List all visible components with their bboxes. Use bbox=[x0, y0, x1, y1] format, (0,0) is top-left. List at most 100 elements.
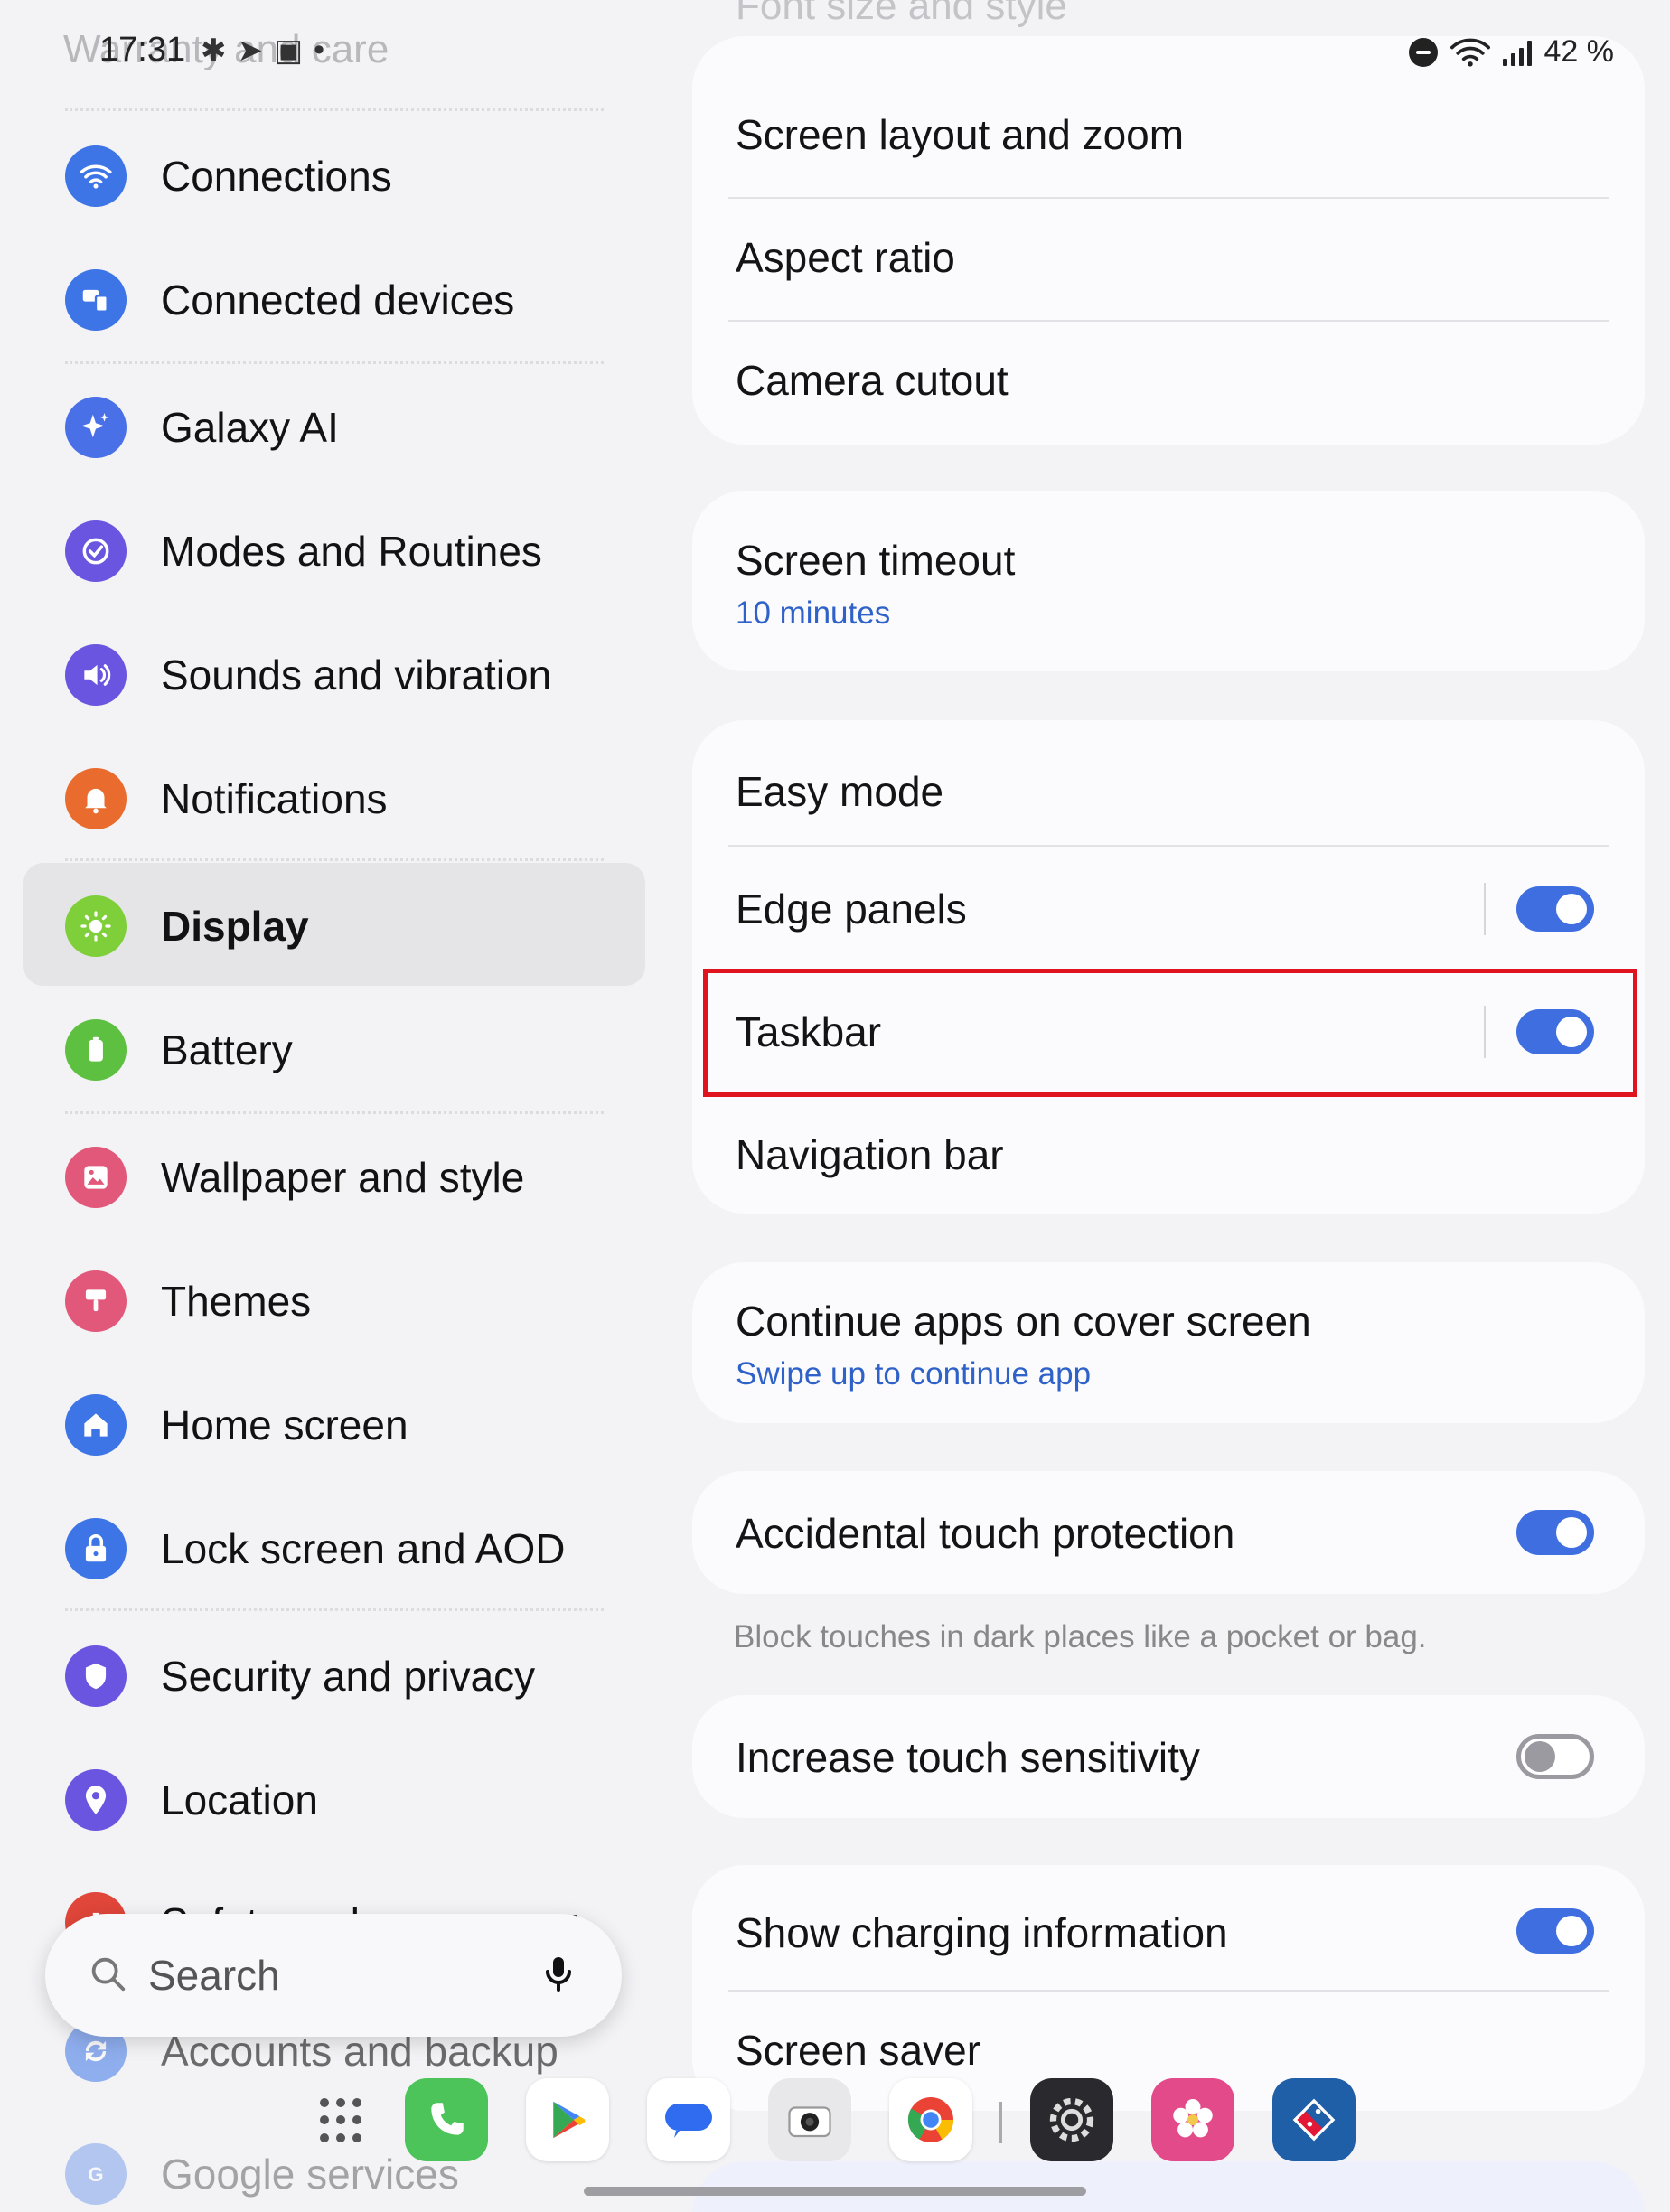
nav-item-label: Connected devices bbox=[161, 276, 515, 323]
screenshot-icon: ▣ bbox=[274, 33, 304, 68]
accidental-touch-card[interactable]: Accidental touch protection bbox=[692, 1471, 1645, 1594]
touch-sensitivity-label: Increase touch sensitivity bbox=[736, 1734, 1200, 1781]
navigation-bar-row[interactable]: Navigation bar bbox=[692, 1101, 1645, 1201]
speaker-icon bbox=[65, 644, 127, 706]
search-bar[interactable]: Search bbox=[45, 1914, 622, 2037]
wifi-status-icon bbox=[1450, 37, 1490, 68]
row-divider bbox=[728, 845, 1609, 847]
bell-icon bbox=[65, 768, 127, 830]
nav-divider bbox=[65, 1608, 604, 1611]
nav-item-connections[interactable]: Connections bbox=[65, 131, 625, 221]
charging-card: Show charging information Screen saver bbox=[692, 1865, 1645, 2111]
row-label: Screen saver bbox=[736, 2027, 981, 2074]
camera-cutout-row[interactable]: Camera cutout bbox=[692, 336, 1645, 426]
dock-separator bbox=[999, 2102, 1002, 2143]
row-label: Aspect ratio bbox=[736, 234, 955, 281]
slack-icon: ✱ bbox=[201, 33, 227, 68]
status-notification-icons: ✱ ➤ ▣ • bbox=[201, 33, 324, 69]
image-icon bbox=[65, 1147, 127, 1208]
home-gesture-bar[interactable] bbox=[584, 2187, 1086, 2196]
status-system-icons: 42 % bbox=[1408, 34, 1614, 70]
check-circle-icon bbox=[65, 520, 127, 582]
gallery-app-icon[interactable] bbox=[1151, 2078, 1234, 2161]
nav-item-home-screen[interactable]: Home screen bbox=[65, 1380, 625, 1470]
screen-timeout-label: Screen timeout bbox=[736, 537, 1016, 584]
status-bar: 17:31 ✱ ➤ ▣ • 42 % bbox=[0, 0, 1670, 105]
easy-mode-row[interactable]: Easy mode bbox=[692, 738, 1645, 838]
nav-item-label: Location bbox=[161, 1776, 318, 1823]
nav-item-connected-devices[interactable]: Connected devices bbox=[65, 255, 625, 345]
edge-panels-row[interactable]: Edge panels bbox=[692, 856, 1645, 964]
cell-signal-icon bbox=[1502, 39, 1532, 66]
nav-item-label: Display bbox=[161, 903, 309, 950]
microphone-icon[interactable] bbox=[537, 1952, 580, 2000]
continue-apps-card[interactable]: Continue apps on cover screen Swipe up t… bbox=[692, 1262, 1645, 1423]
do-not-disturb-icon bbox=[1408, 37, 1438, 67]
search-input[interactable]: Search bbox=[148, 1951, 537, 2000]
row-label: Edge panels bbox=[736, 886, 967, 933]
chrome-app-icon[interactable] bbox=[889, 2078, 972, 2161]
charging-info-row[interactable]: Show charging information bbox=[692, 1874, 1645, 1982]
nav-divider bbox=[65, 108, 604, 111]
continue-apps-value: Swipe up to continue app bbox=[736, 1356, 1092, 1392]
lock-icon bbox=[65, 1518, 127, 1579]
toggle-knob bbox=[1556, 1517, 1587, 1548]
row-label: Camera cutout bbox=[736, 357, 1009, 404]
nav-item-sounds-and-vibration[interactable]: Sounds and vibration bbox=[65, 630, 625, 720]
telegram-icon: ➤ bbox=[237, 33, 264, 68]
nav-item-display[interactable]: Display bbox=[65, 881, 625, 971]
nav-item-label: Themes bbox=[161, 1278, 312, 1325]
connected-devices-icon bbox=[65, 269, 127, 331]
phone-app-icon[interactable] bbox=[405, 2078, 488, 2161]
edge-panels-toggle[interactable] bbox=[1516, 886, 1594, 932]
sparkle-icon bbox=[65, 397, 127, 458]
nav-divider bbox=[65, 361, 604, 364]
touch-sensitivity-toggle[interactable] bbox=[1516, 1734, 1594, 1779]
app-drawer-grid-icon[interactable] bbox=[320, 2098, 365, 2143]
accidental-touch-helper-text: Block touches in dark places like a pock… bbox=[734, 1619, 1427, 1654]
nav-item-galaxy-ai[interactable]: Galaxy AI bbox=[65, 382, 625, 473]
wifi-icon bbox=[65, 145, 127, 207]
nav-item-label: Security and privacy bbox=[161, 1653, 536, 1700]
row-label: Screen layout and zoom bbox=[736, 111, 1185, 158]
sun-icon bbox=[65, 895, 127, 957]
nav-item-battery[interactable]: Battery bbox=[65, 1005, 625, 1095]
dominos-app-icon[interactable] bbox=[1272, 2078, 1356, 2161]
location-pin-icon bbox=[65, 1769, 127, 1831]
play-store-app-icon[interactable] bbox=[526, 2078, 609, 2161]
nav-item-label: Sounds and vibration bbox=[161, 651, 552, 698]
nav-item-notifications[interactable]: Notifications bbox=[65, 754, 625, 844]
battery-icon bbox=[65, 1019, 127, 1081]
nav-item-label: Lock screen and AOD bbox=[161, 1525, 566, 1572]
camera-app-icon[interactable] bbox=[768, 2078, 851, 2161]
row-label: Easy mode bbox=[736, 768, 944, 815]
accidental-touch-toggle[interactable] bbox=[1516, 1510, 1594, 1555]
aspect-ratio-row[interactable]: Aspect ratio bbox=[692, 213, 1645, 304]
settings-app-icon[interactable] bbox=[1030, 2078, 1113, 2161]
toggle-knob bbox=[1556, 894, 1587, 924]
nav-item-security-and-privacy[interactable]: Security and privacy bbox=[65, 1631, 625, 1721]
taskbar-highlight-box bbox=[703, 969, 1637, 1097]
screen-timeout-card[interactable]: Screen timeout 10 minutes bbox=[692, 491, 1645, 671]
nav-item-label: Galaxy AI bbox=[161, 404, 339, 451]
nav-item-themes[interactable]: Themes bbox=[65, 1256, 625, 1346]
nav-item-label: Battery bbox=[161, 1026, 293, 1073]
nav-item-label: Home screen bbox=[161, 1401, 408, 1448]
nav-item-location[interactable]: Location bbox=[65, 1755, 625, 1845]
status-time: 17:31 bbox=[99, 31, 186, 69]
row-label: Navigation bar bbox=[736, 1131, 1004, 1178]
nav-item-lock-screen[interactable]: Lock screen and AOD bbox=[65, 1504, 625, 1594]
nav-item-wallpaper-and-style[interactable]: Wallpaper and style bbox=[65, 1132, 625, 1223]
touch-sensitivity-card[interactable]: Increase touch sensitivity bbox=[692, 1695, 1645, 1818]
nav-item-label: Connections bbox=[161, 153, 392, 200]
row-divider bbox=[728, 320, 1609, 322]
home-icon bbox=[65, 1394, 127, 1456]
row-label: Show charging information bbox=[736, 1909, 1228, 1956]
charging-info-toggle[interactable] bbox=[1516, 1908, 1594, 1954]
continue-apps-label: Continue apps on cover screen bbox=[736, 1298, 1311, 1345]
row-divider bbox=[728, 197, 1609, 199]
brush-icon bbox=[65, 1270, 127, 1332]
messages-app-icon[interactable] bbox=[647, 2078, 730, 2161]
shield-icon bbox=[65, 1645, 127, 1707]
nav-item-modes-and-routines[interactable]: Modes and Routines bbox=[65, 506, 625, 596]
